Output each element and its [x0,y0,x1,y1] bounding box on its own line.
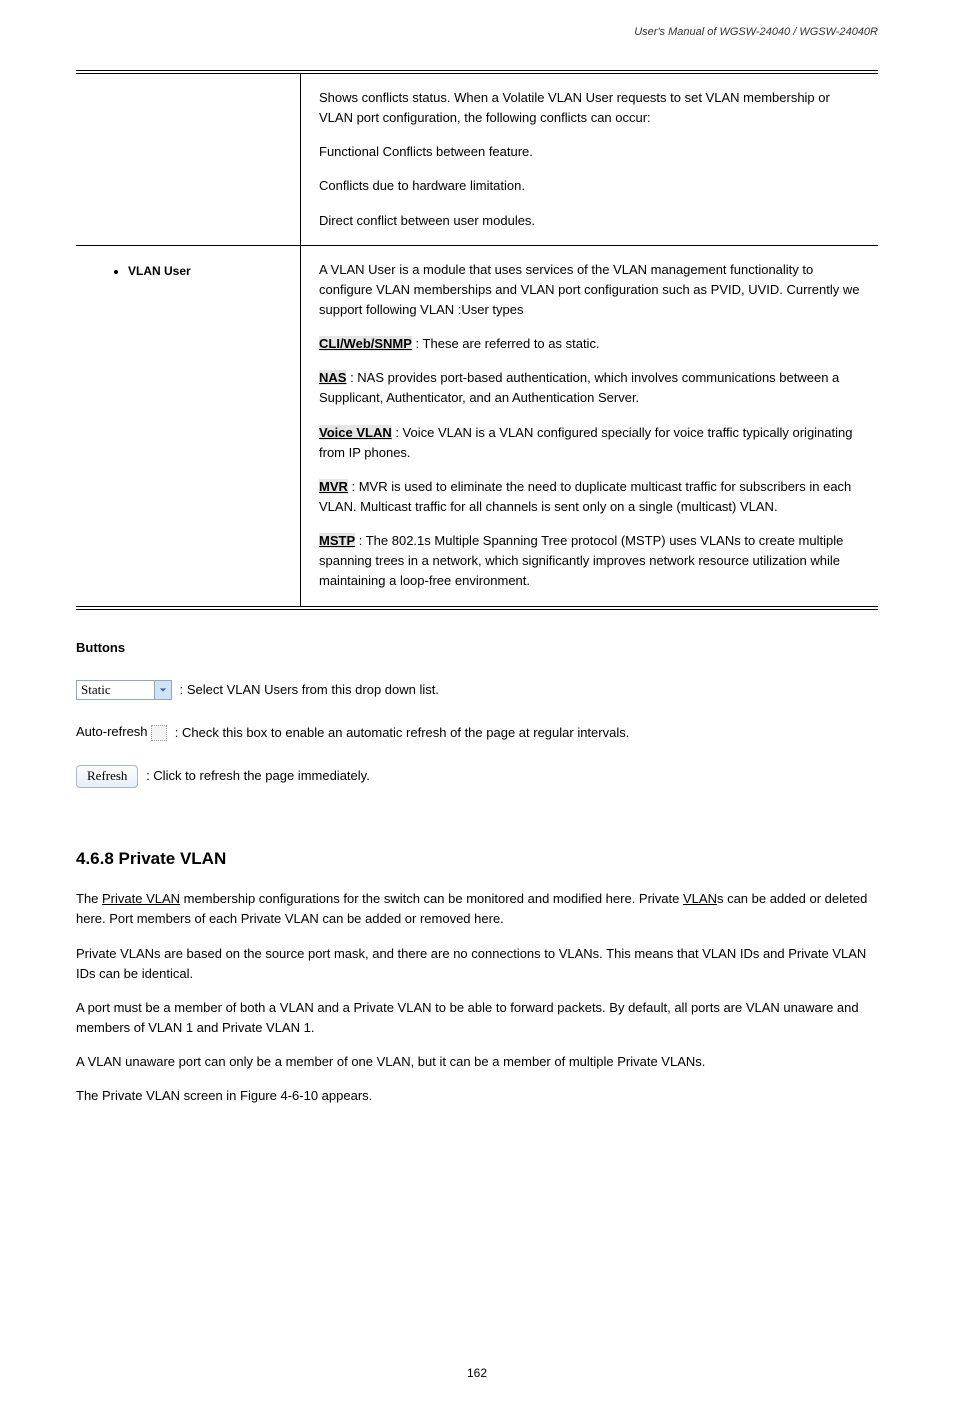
row-user-label: VLAN User [128,260,282,283]
nas-desc: : NAS provides port-based authentication… [319,370,839,405]
manual-header: User's Manual of WGSW-24040 / WGSW-24040… [634,24,878,41]
definition-table: Shows conflicts status. When a Volatile … [76,70,878,610]
section-p1: The Private VLAN membership configuratio… [76,889,878,929]
p1a: The [76,891,102,906]
row-hidden-label-cell [76,74,300,102]
hidden-desc: Shows conflicts status. When a Volatile … [319,88,860,128]
hidden-desc-2: Functional Conflicts between feature. [319,142,860,162]
cli-desc: : These are referred to as static. [412,336,600,351]
mstp-desc: : The 802.1s Multiple Spanning Tree prot… [319,533,843,588]
hidden-desc-4: Direct conflict between user modules. [319,211,860,231]
mvr-desc: : MVR is used to eliminate the need to d… [319,479,851,514]
select-value: Static [81,682,111,697]
autorefresh-label: Auto-refresh [76,724,148,739]
user-nas: NAS : NAS provides port-based authentica… [319,368,860,408]
section-p2: Private VLANs are based on the source po… [76,944,878,984]
mstp-term: MSTP [319,533,355,548]
refresh-description: : Click to refresh the page immediately. [146,768,370,783]
buttons-heading: Buttons [76,638,878,658]
mvr-term: MVR [319,479,348,494]
nas-term: NAS [319,370,346,385]
section-heading: 4.6.8 Private VLAN [76,846,878,872]
section-p5: The Private VLAN screen in Figure 4-6-10… [76,1086,878,1106]
autorefresh-checkbox[interactable] [151,725,167,741]
select-description: : Select VLAN Users from this drop down … [180,682,439,697]
section-p3: A port must be a member of both a VLAN a… [76,998,878,1038]
user-voice: Voice VLAN : Voice VLAN is a VLAN config… [319,423,860,463]
vlan-user-select[interactable]: Static [76,680,172,700]
figure-placeholder [76,1120,878,1370]
vlan-link[interactable]: VLAN [683,891,717,906]
refresh-button[interactable]: Refresh [76,765,138,788]
voice-desc: : Voice VLAN is a VLAN configured specia… [319,425,852,460]
chevron-down-icon [154,681,171,699]
p1b: membership configurations for the switch… [180,891,683,906]
user-mvr: MVR : MVR is used to eliminate the need … [319,477,860,517]
user-p1: A VLAN User is a module that uses servic… [319,260,860,320]
user-cli: CLI/Web/SNMP : These are referred to as … [319,334,860,354]
page-number: 162 [0,1364,954,1383]
hidden-desc-3: Conflicts due to hardware limitation. [319,176,860,196]
user-mstp: MSTP : The 802.1s Multiple Spanning Tree… [319,531,860,591]
voice-term: Voice VLAN [319,425,392,440]
autorefresh-description: : Check this box to enable an automatic … [175,725,630,740]
section-p4: A VLAN unaware port can only be a member… [76,1052,878,1072]
cli-term: CLI/Web/SNMP [319,336,412,351]
private-vlan-link[interactable]: Private VLAN [102,891,180,906]
